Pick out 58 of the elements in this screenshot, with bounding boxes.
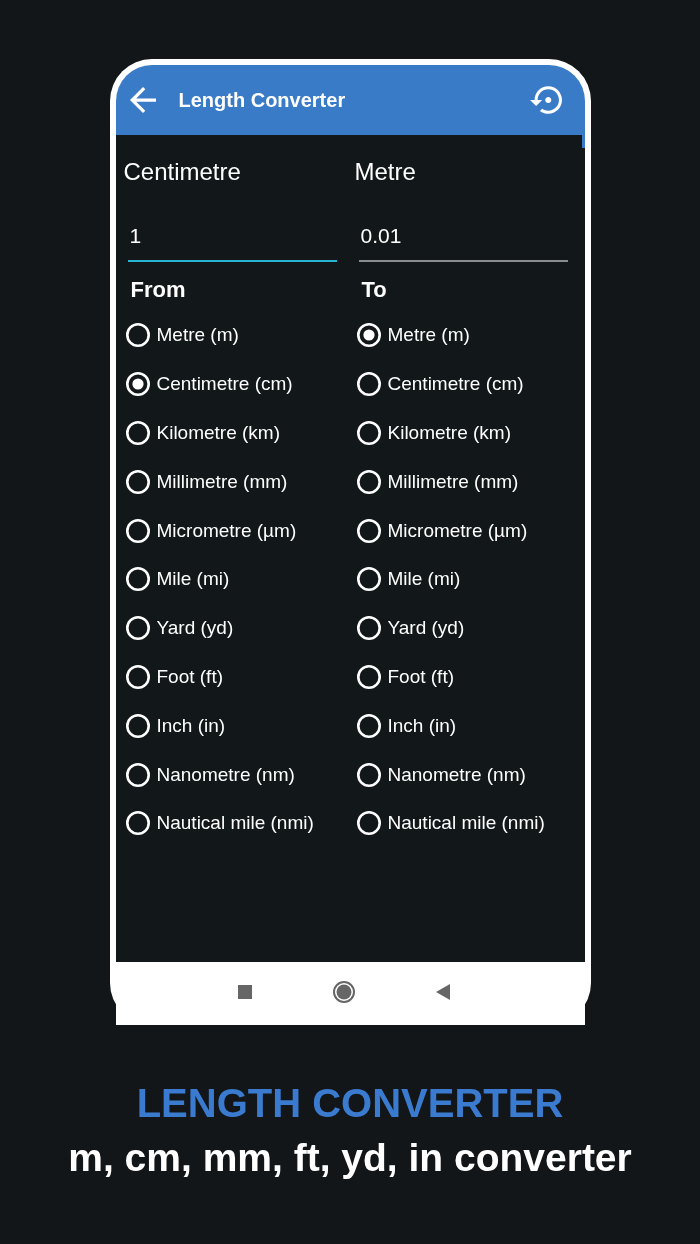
promo-subtitle: m, cm, mm, ft, yd, in converter <box>68 1135 632 1181</box>
radio-option[interactable]: Metre (m) <box>356 311 470 360</box>
radio-option[interactable]: Kilometre (km) <box>125 408 280 458</box>
radio-option[interactable]: Centimetre (cm) <box>356 359 524 409</box>
radio-icon[interactable] <box>356 811 381 836</box>
radio-option[interactable]: Nanometre (nm) <box>125 750 295 799</box>
radio-option[interactable]: Millimetre (mm) <box>356 457 519 507</box>
radio-option[interactable]: Nautical mile (nmi) <box>125 798 314 848</box>
radio-icon[interactable] <box>356 616 381 641</box>
radio-option[interactable]: Nanometre (nm) <box>356 750 526 799</box>
radio-icon[interactable] <box>125 811 150 836</box>
radio-option[interactable]: Kilometre (km) <box>356 408 511 458</box>
radio-option[interactable]: Micrometre (µm) <box>125 506 297 555</box>
radio-icon[interactable] <box>356 713 381 738</box>
radio-option[interactable]: Nautical mile (nmi) <box>356 798 545 848</box>
promo-title: LENGTH CONVERTER <box>136 1080 564 1126</box>
radio-icon[interactable] <box>356 372 381 397</box>
app-title: Length Converter <box>178 88 347 112</box>
radio-option[interactable]: Inch (in) <box>125 701 226 751</box>
radio-option[interactable]: Yard (yd) <box>125 603 234 653</box>
radio-option[interactable]: Centimetre (cm) <box>125 359 293 409</box>
radio-icon[interactable] <box>125 616 150 641</box>
number-input[interactable]: 0.01 <box>358 210 568 262</box>
radio-icon[interactable] <box>125 323 150 348</box>
section-heading: From <box>130 276 186 304</box>
radio-icon[interactable] <box>356 469 381 494</box>
radio-option[interactable]: Inch (in) <box>356 701 457 751</box>
radio-icon[interactable] <box>356 421 381 445</box>
radio-option[interactable]: Foot (ft) <box>356 652 454 702</box>
number-input[interactable]: 1 <box>127 210 337 262</box>
radio-icon[interactable] <box>125 664 150 689</box>
nav-square-icon[interactable] <box>237 984 252 999</box>
section-heading: To <box>361 276 387 304</box>
nav-circle-icon[interactable] <box>332 980 355 1003</box>
back-icon[interactable] <box>129 87 156 113</box>
radio-icon[interactable] <box>125 567 150 592</box>
radio-option[interactable]: Millimetre (mm) <box>125 457 288 507</box>
restore-icon[interactable] <box>529 86 562 114</box>
radio-icon[interactable] <box>356 323 381 348</box>
unit-label: Centimetre <box>123 158 241 186</box>
radio-icon[interactable] <box>125 421 150 445</box>
radio-option[interactable]: Mile (mi) <box>356 555 461 604</box>
unit-label: Metre <box>354 158 416 186</box>
radio-icon[interactable] <box>356 762 381 787</box>
radio-icon[interactable] <box>125 762 150 787</box>
radio-icon[interactable] <box>125 469 150 494</box>
nav-triangle-icon[interactable] <box>435 983 450 1000</box>
radio-option[interactable]: Micrometre (µm) <box>356 506 528 555</box>
radio-icon[interactable] <box>356 567 381 592</box>
radio-icon[interactable] <box>356 518 381 543</box>
radio-icon[interactable] <box>125 518 150 543</box>
radio-option[interactable]: Metre (m) <box>125 311 239 360</box>
radio-option[interactable]: Foot (ft) <box>125 652 223 702</box>
radio-icon[interactable] <box>125 713 150 738</box>
radio-icon[interactable] <box>356 664 381 689</box>
radio-option[interactable]: Yard (yd) <box>356 603 465 653</box>
radio-icon[interactable] <box>125 372 150 397</box>
radio-option[interactable]: Mile (mi) <box>125 555 230 604</box>
